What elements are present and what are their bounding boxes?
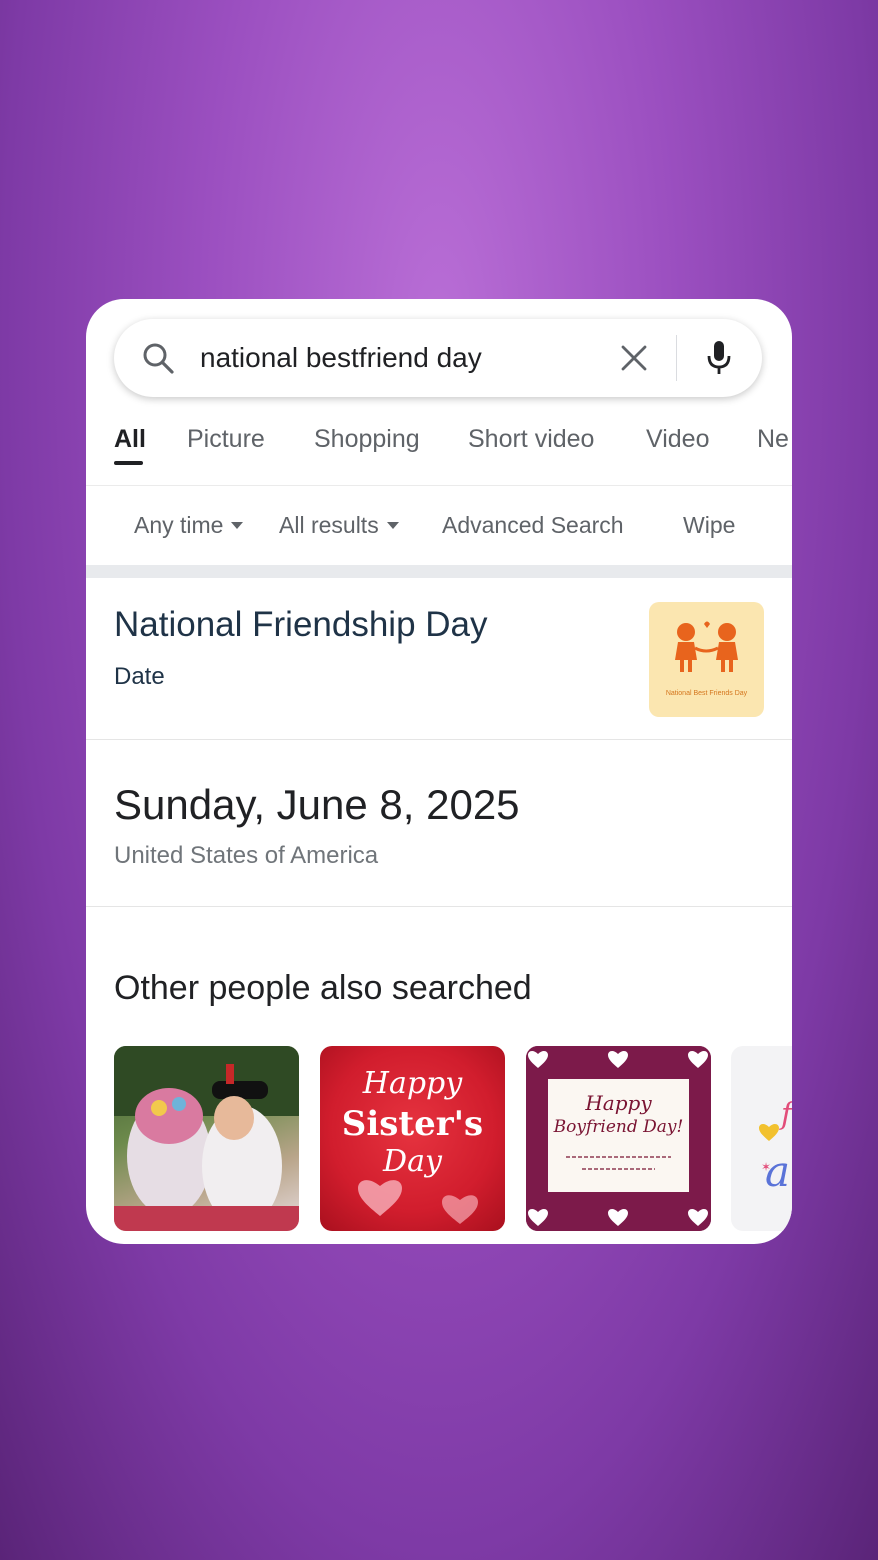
- search-input[interactable]: national bestfriend day: [200, 319, 482, 397]
- search-bar[interactable]: national bestfriend day: [114, 319, 762, 397]
- tab-shopping[interactable]: Shopping: [314, 425, 420, 454]
- knowledge-panel-title[interactable]: National Friendship Day: [114, 605, 488, 645]
- wipe-button[interactable]: Wipe: [683, 512, 735, 539]
- knowledge-panel-thumbnail[interactable]: National Best Friends Day: [649, 602, 764, 717]
- two-friends-illustration: [675, 621, 738, 672]
- couple-photo-illustration: [114, 1046, 299, 1231]
- section-divider: [86, 565, 792, 578]
- active-tab-indicator: [114, 461, 143, 465]
- microphone-icon[interactable]: [699, 319, 739, 397]
- svg-text:f: f: [779, 1097, 792, 1132]
- hearts-decoration: [358, 1180, 478, 1224]
- any-time-dropdown[interactable]: Any time: [134, 512, 244, 539]
- script-lines-decoration: [566, 1156, 671, 1170]
- knowledge-panel-subtitle: Date: [114, 663, 165, 690]
- answer-date: Sunday, June 8, 2025: [114, 781, 520, 828]
- tab-short-video[interactable]: Short video: [468, 425, 594, 454]
- tab-picture[interactable]: Picture: [187, 425, 265, 454]
- partial-card-illustration: f a ✶: [759, 1097, 792, 1196]
- tab-news[interactable]: Ne: [757, 425, 789, 454]
- divider: [86, 906, 792, 907]
- card-paper: Happy Boyfriend Day!: [548, 1079, 689, 1192]
- tab-all[interactable]: All: [114, 425, 146, 454]
- search-tabs: All Picture Shopping Short video Video N…: [86, 411, 792, 486]
- all-results-dropdown[interactable]: All results: [279, 512, 399, 539]
- svg-text:✶: ✶: [761, 1160, 771, 1174]
- related-image-boyfriend-day[interactable]: Happy Boyfriend Day!: [526, 1046, 711, 1231]
- search-results-card: national bestfriend day All Picture Shop…: [86, 299, 792, 1244]
- all-results-label: All results: [279, 512, 379, 538]
- tab-video[interactable]: Video: [646, 425, 710, 454]
- close-icon[interactable]: [614, 319, 654, 397]
- caret-down-icon: [231, 522, 244, 529]
- answer-location: United States of America: [114, 842, 379, 869]
- thumbnail-caption: National Best Friends Day: [665, 690, 748, 697]
- advanced-search-link[interactable]: Advanced Search: [442, 512, 624, 539]
- related-searches-heading: Other people also searched: [114, 969, 532, 1007]
- related-image-couple[interactable]: [114, 1046, 299, 1231]
- caret-down-icon: [386, 522, 399, 529]
- divider: [86, 739, 792, 740]
- search-divider: [676, 335, 677, 381]
- any-time-label: Any time: [134, 512, 224, 538]
- search-icon[interactable]: [138, 319, 178, 397]
- search-tools: Any time All results Advanced Search Wip…: [86, 485, 792, 565]
- related-image-partial[interactable]: f a ✶: [731, 1046, 792, 1231]
- related-image-sisters-day[interactable]: Happy Sister's Day: [320, 1046, 505, 1231]
